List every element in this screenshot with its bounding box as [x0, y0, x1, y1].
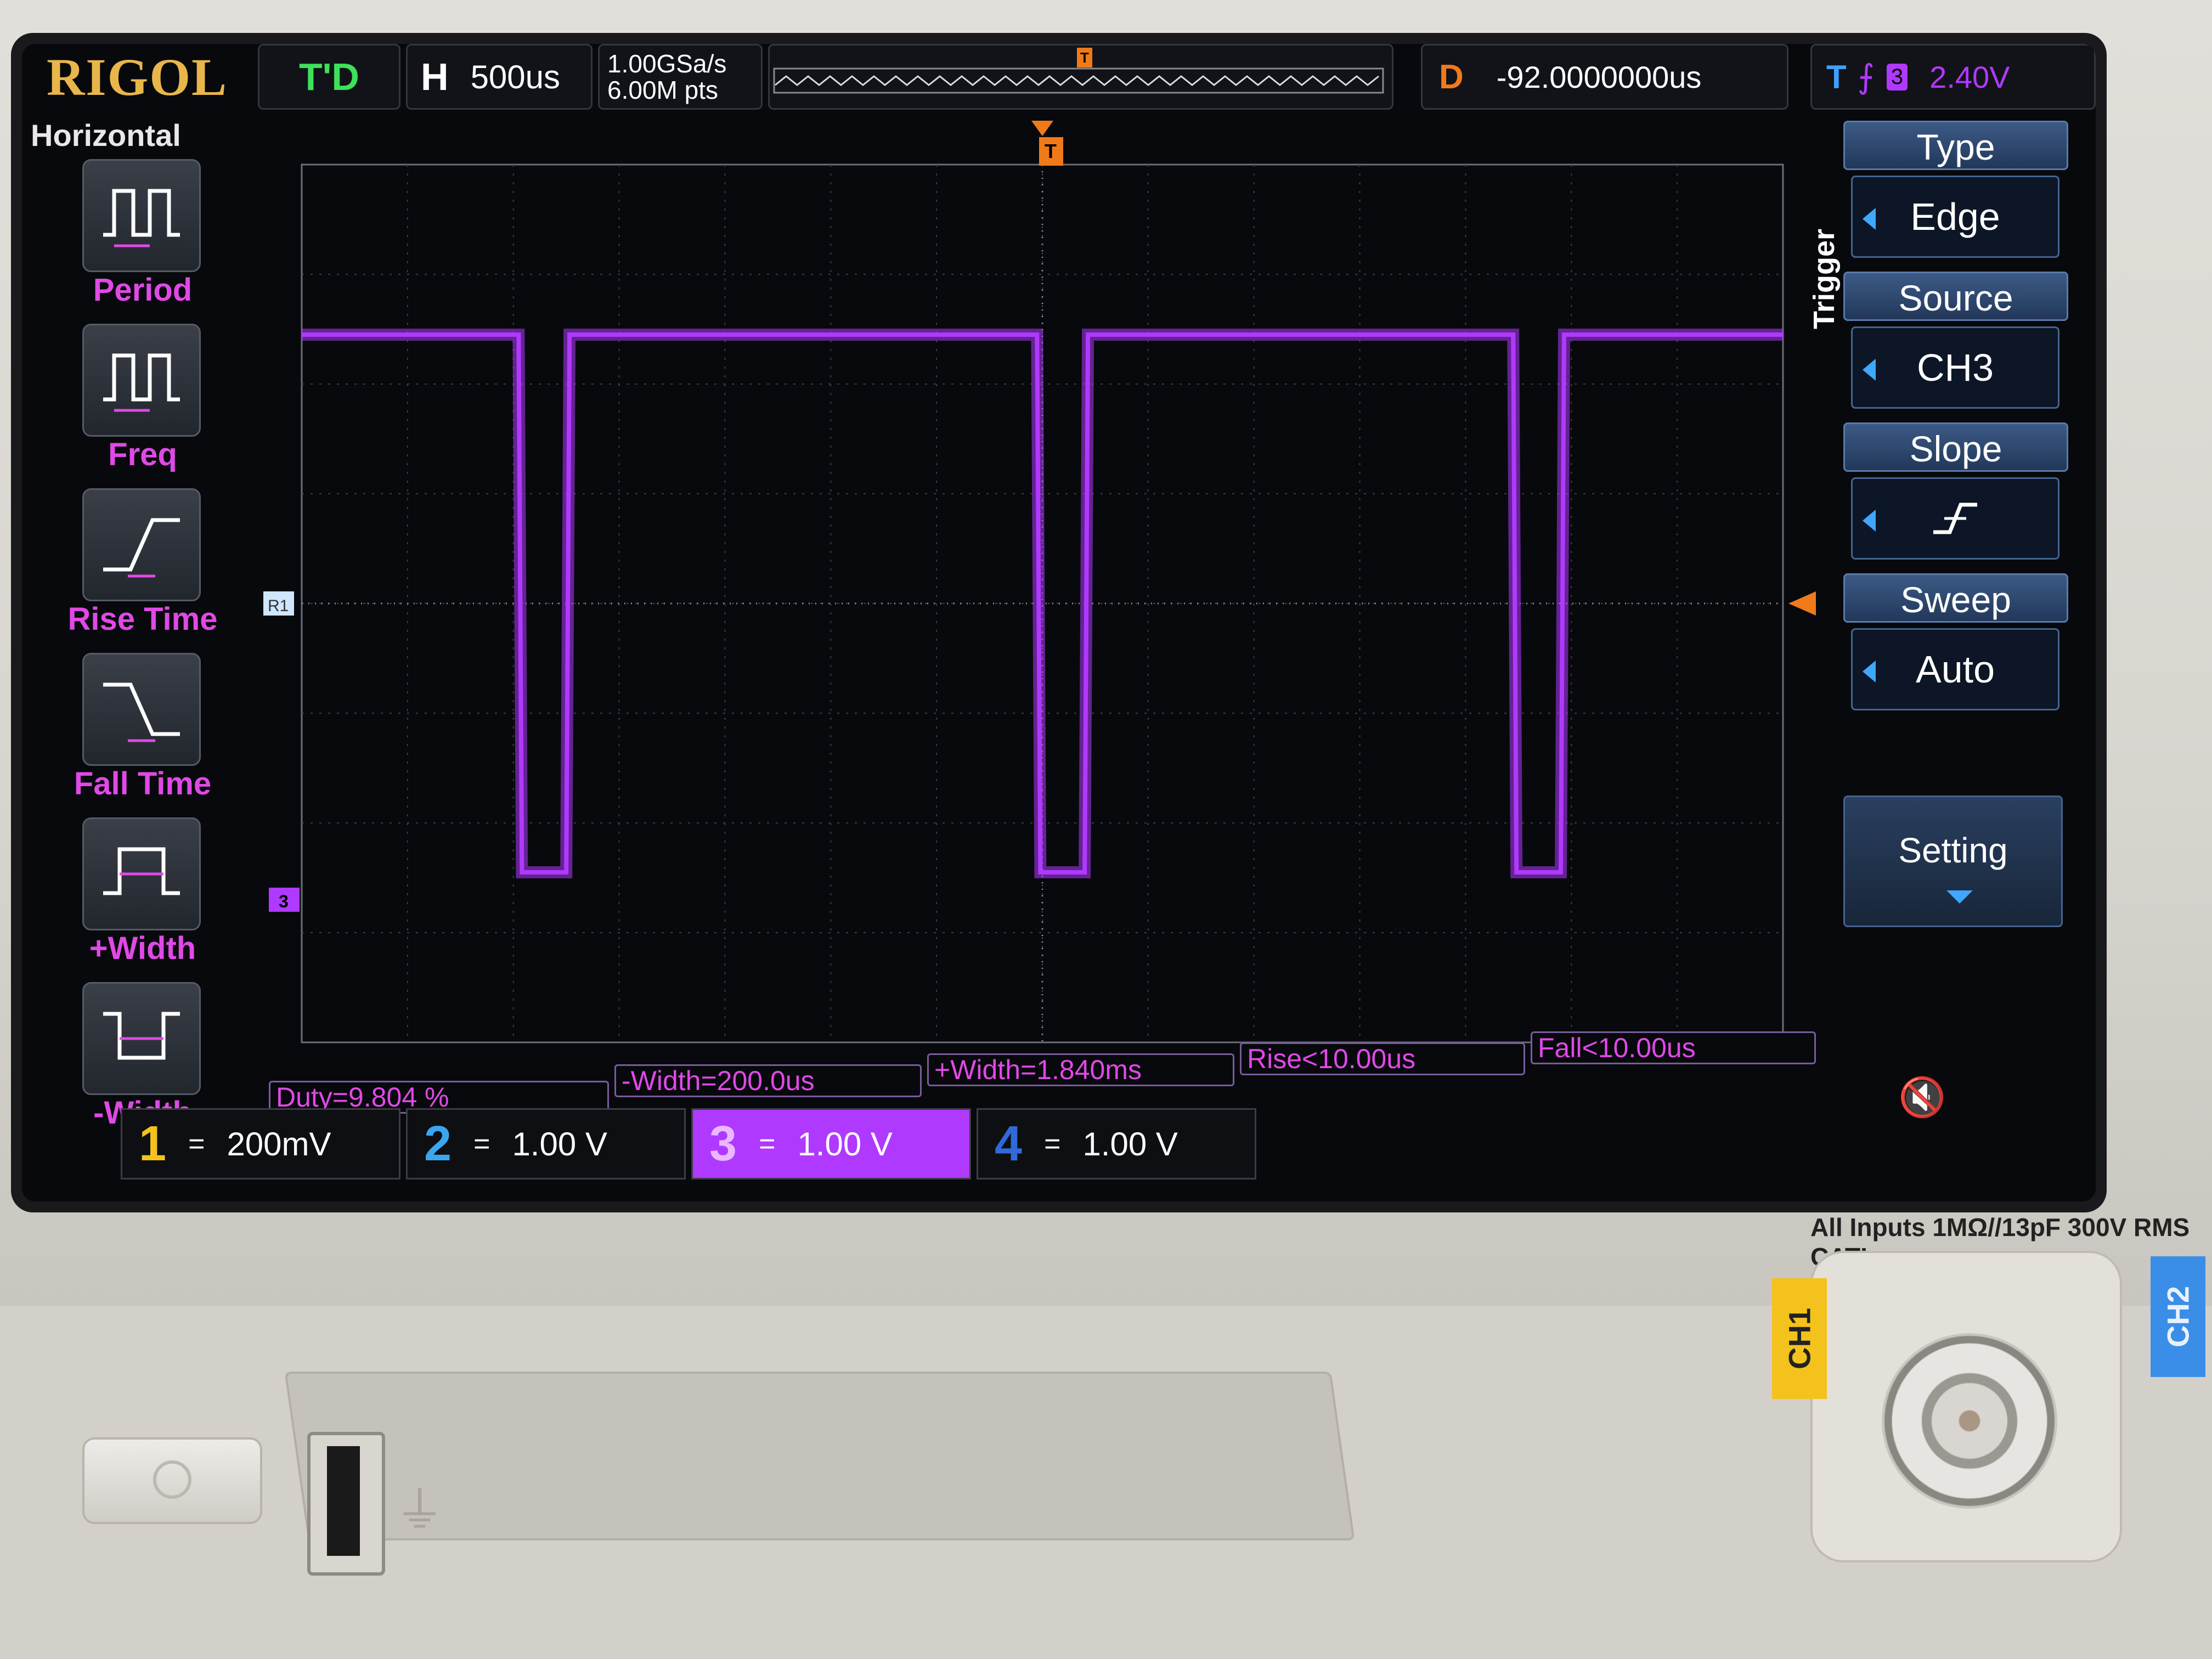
usb-icon: ⏚: [395, 1483, 444, 1538]
memory-trigger-marker: T: [1077, 48, 1092, 67]
selector-arrow-icon: [1863, 359, 1876, 381]
trigger-time-label: T: [1045, 140, 1057, 162]
horizontal-label: H: [421, 55, 449, 98]
trigger-source-text: CH3: [1916, 346, 1994, 389]
usb-port[interactable]: [307, 1432, 385, 1576]
acquisition-info: 1.00GSa/s 6.00M pts: [598, 44, 763, 110]
channel-3-number: 3: [709, 1116, 737, 1171]
selector-arrow-icon: [1863, 208, 1876, 230]
measure-period-button[interactable]: Period: [44, 159, 241, 318]
channel-2-settings[interactable]: 2 = 1.00 V: [406, 1108, 686, 1180]
channel-4-settings[interactable]: 4 = 1.00 V: [977, 1108, 1256, 1180]
measure-fall-time-button[interactable]: Fall Time: [44, 653, 241, 812]
frequency-icon: [82, 324, 201, 437]
ch1-label: CH1: [1772, 1278, 1827, 1399]
trigger-level: 2.40V: [1929, 59, 2010, 94]
rising-edge-icon: ⨍: [1857, 58, 1875, 95]
ref-r1-label: R1: [268, 597, 289, 615]
channel-1-settings[interactable]: 1 = 200mV: [121, 1108, 400, 1180]
trigger-slope-value[interactable]: [1851, 477, 2059, 560]
oscilloscope-screen: RIGOL T'D H 500us 1.00GSa/s 6.00M pts T …: [22, 44, 2096, 1201]
selector-arrow-icon: [1863, 661, 1876, 682]
rise-time-icon: [82, 488, 201, 601]
memory-overview-bar: T: [768, 44, 1393, 110]
period-icon: [82, 159, 201, 272]
measure-rise-time-button[interactable]: Rise Time: [44, 488, 241, 647]
dc-coupling-icon: =: [759, 1128, 776, 1160]
power-icon: [153, 1460, 191, 1499]
rising-edge-icon: [1933, 503, 1977, 534]
channel-2-scale: 1.00 V: [512, 1125, 607, 1163]
trigger-source-value[interactable]: CH3: [1851, 326, 2059, 409]
timebase-value: 500us: [470, 58, 561, 95]
setting-label: Setting: [1898, 831, 2008, 870]
trigger-sweep-menu[interactable]: Sweep Auto: [1843, 573, 2068, 716]
trigger-status[interactable]: T ⨍ 3 2.40V: [1810, 44, 2096, 110]
trigger-setting-button[interactable]: Setting: [1843, 795, 2063, 927]
trigger-sweep-label: Sweep: [1843, 573, 2068, 623]
dc-coupling-icon: =: [188, 1128, 205, 1160]
measurement-fall-time: Fall<10.00us: [1531, 1031, 1816, 1064]
power-button[interactable]: [82, 1437, 262, 1524]
positive-width-icon: [82, 817, 201, 930]
dc-coupling-icon: =: [473, 1128, 490, 1160]
channel-2-number: 2: [424, 1116, 452, 1171]
selector-arrow-icon: [1863, 510, 1876, 532]
channel-4-scale: 1.00 V: [1082, 1125, 1178, 1163]
memory-depth: 6.00M pts: [607, 76, 718, 104]
negative-width-icon: [82, 982, 201, 1095]
measurement-positive-width: +Width=1.840ms: [927, 1053, 1234, 1086]
rise-time-label: Rise Time: [67, 601, 218, 637]
period-label: Period: [93, 272, 193, 308]
trigger-menu: Trigger Type Edge Source CH3 Slope Sweep…: [1799, 121, 2085, 1119]
trigger-menu-title: Trigger: [1807, 86, 1841, 329]
positive-width-label: +Width: [89, 930, 196, 966]
channel-4-number: 4: [995, 1116, 1023, 1171]
run-status[interactable]: T'D: [258, 44, 400, 110]
trigger-sweep-value[interactable]: Auto: [1851, 628, 2059, 710]
panel-title: Horizontal: [31, 118, 181, 153]
delay-label: D: [1439, 58, 1464, 96]
trigger-slope-menu[interactable]: Slope: [1843, 422, 2068, 565]
trigger-type-label: Type: [1843, 121, 2068, 170]
dc-coupling-icon: =: [1044, 1128, 1061, 1160]
measurement-negative-width: -Width=200.0us: [614, 1064, 922, 1097]
trigger-position-marker: [1031, 121, 1053, 136]
channel-3-scale: 1.00 V: [797, 1125, 893, 1163]
horizontal-delay[interactable]: D -92.0000000us: [1421, 44, 1788, 110]
waveform-display[interactable]: R1 3 T: [263, 121, 1821, 1086]
trigger-type-text: Edge: [1910, 195, 2000, 238]
ch1-bnc-connector[interactable]: [1882, 1333, 2057, 1509]
fall-time-icon: [82, 653, 201, 766]
trigger-source-label: Source: [1843, 272, 2068, 321]
rigol-logo: RIGOL: [46, 47, 228, 106]
chevron-down-icon: [1946, 890, 1973, 904]
speaker-mute-icon[interactable]: 🔇: [1898, 1075, 1946, 1120]
channel-3-settings[interactable]: 3 = 1.00 V: [691, 1108, 971, 1180]
trigger-source-badge: 3: [1886, 63, 1908, 91]
delay-value: -92.0000000us: [1496, 59, 1702, 94]
ch3-ground-label: 3: [279, 891, 289, 911]
sample-rate: 1.00GSa/s: [607, 49, 727, 78]
trigger-slope-label: Slope: [1843, 422, 2068, 472]
horizontal-timebase[interactable]: H 500us: [406, 44, 592, 110]
measurement-panel: Horizontal Period Freq Rise Time Fall Ti…: [22, 110, 252, 1158]
ch2-label: CH2: [2151, 1256, 2205, 1377]
trigger-type-menu[interactable]: Type Edge: [1843, 121, 2068, 263]
measure-freq-button[interactable]: Freq: [44, 324, 241, 483]
freq-label: Freq: [108, 437, 177, 472]
measurement-rise-time: Rise<10.00us: [1240, 1042, 1525, 1075]
channel-1-number: 1: [139, 1116, 167, 1171]
trigger-sweep-text: Auto: [1916, 648, 1995, 691]
measure-positive-width-button[interactable]: +Width: [44, 817, 241, 977]
trigger-menu-title-text: Trigger: [1808, 228, 1841, 329]
channel-1-scale: 200mV: [227, 1125, 331, 1163]
fall-time-label: Fall Time: [74, 766, 212, 802]
accessory-tray: [284, 1372, 1355, 1541]
trigger-type-value[interactable]: Edge: [1851, 176, 2059, 258]
trigger-source-menu[interactable]: Source CH3: [1843, 272, 2068, 414]
